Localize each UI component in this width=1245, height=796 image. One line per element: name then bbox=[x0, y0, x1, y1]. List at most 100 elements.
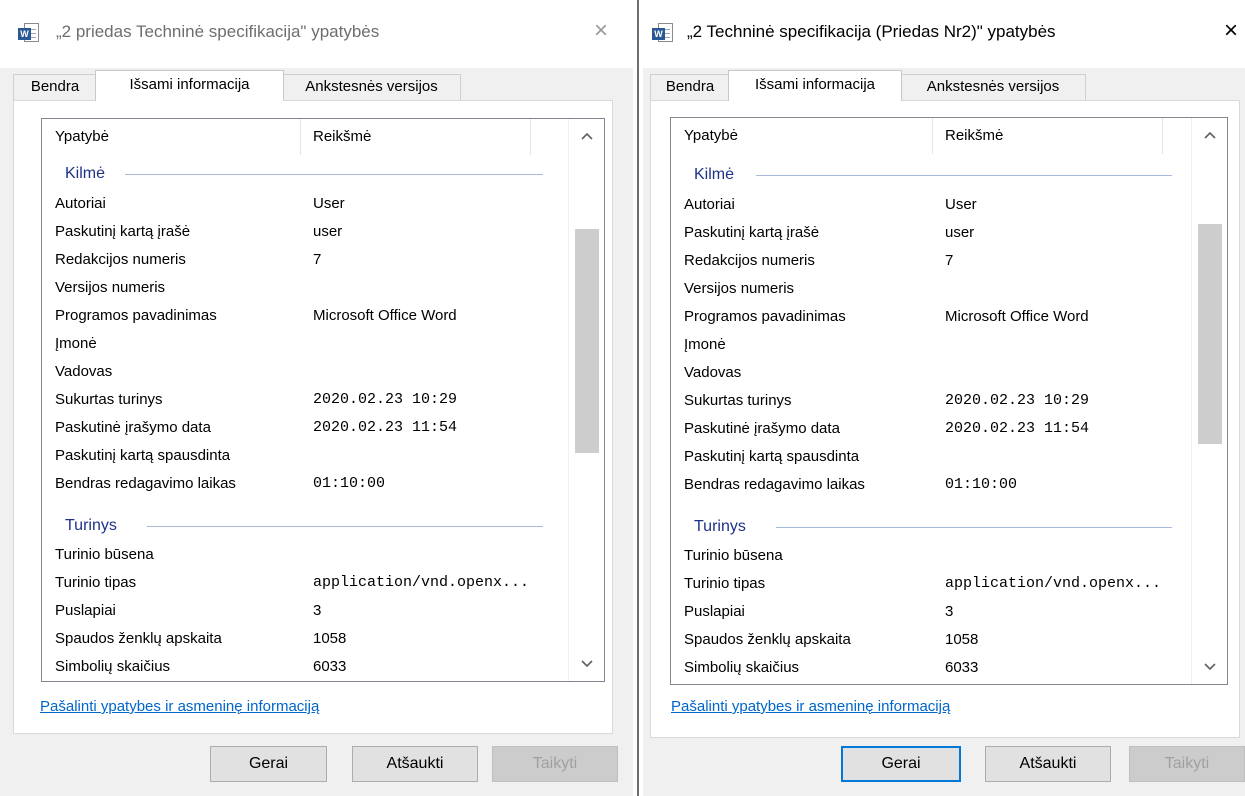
property-value[interactable]: application/vnd.openx... bbox=[945, 570, 1161, 597]
scrollbar-thumb[interactable] bbox=[1198, 224, 1222, 444]
property-row[interactable]: Įmonė bbox=[684, 331, 1184, 358]
property-row[interactable]: Puslapiai 3 bbox=[55, 597, 555, 624]
property-row[interactable]: Sukurtas turinys 2020.02.23 10:29 bbox=[684, 387, 1184, 414]
property-row[interactable]: Paskutinį kartą spausdinta bbox=[684, 443, 1184, 470]
property-row[interactable]: Simbolių skaičius 6033 bbox=[684, 654, 1184, 681]
property-value[interactable]: 2020.02.23 10:29 bbox=[945, 387, 1089, 414]
property-row[interactable]: Paskutinį kartą įrašė user bbox=[55, 218, 555, 245]
property-name: Turinio tipas bbox=[684, 575, 766, 592]
property-row[interactable]: Bendras redagavimo laikas 01:10:00 bbox=[684, 471, 1184, 498]
property-value[interactable]: 01:10:00 bbox=[313, 470, 385, 497]
word-document-icon: W bbox=[652, 22, 674, 44]
ok-button[interactable]: Gerai bbox=[841, 746, 961, 782]
window-title: „2 Techninė specifikacija (Priedas Nr2)"… bbox=[687, 22, 1056, 41]
close-icon[interactable]: × bbox=[1224, 18, 1238, 44]
property-value[interactable]: User bbox=[945, 191, 977, 218]
property-value[interactable]: 2020.02.23 11:54 bbox=[945, 415, 1089, 442]
property-name: Įmonė bbox=[55, 335, 97, 352]
property-list[interactable]: Ypatybė Reikšmė Kilmė Autoriai User Paskut… bbox=[41, 118, 605, 682]
property-value[interactable]: Microsoft Office Word bbox=[313, 302, 457, 329]
cancel-button[interactable]: Atšaukti bbox=[985, 746, 1111, 782]
property-value[interactable]: 3 bbox=[945, 598, 953, 625]
property-row[interactable]: Spaudos ženklų apskaita 1058 bbox=[684, 626, 1184, 653]
property-value[interactable]: 1058 bbox=[313, 625, 346, 652]
property-row[interactable]: Paskutinį kartą įrašė user bbox=[684, 219, 1184, 246]
window-title: „2 priedas Techninė specifikacija" ypaty… bbox=[56, 22, 380, 41]
remove-properties-link[interactable]: Pašalinti ypatybes ir asmeninę informaci… bbox=[40, 698, 319, 715]
column-property[interactable]: Ypatybė bbox=[42, 119, 300, 155]
tab-previous-versions[interactable]: Ankstesnės versijos bbox=[900, 74, 1086, 101]
property-name: Sukurtas turinys bbox=[55, 391, 163, 408]
property-row[interactable]: Spaudos ženklų apskaita 1058 bbox=[55, 625, 555, 652]
ok-button[interactable]: Gerai bbox=[210, 746, 327, 782]
property-row[interactable]: Vadovas bbox=[55, 358, 555, 385]
property-row[interactable]: Vadovas bbox=[684, 359, 1184, 386]
cancel-button[interactable]: Atšaukti bbox=[352, 746, 478, 782]
property-value[interactable]: user bbox=[945, 219, 974, 246]
column-value[interactable]: Reikšmė bbox=[932, 118, 1162, 154]
property-row[interactable]: Bendras redagavimo laikas 01:10:00 bbox=[55, 470, 555, 497]
property-name: Simbolių skaičius bbox=[684, 659, 800, 676]
property-row[interactable]: Turinio tipas application/vnd.openx... bbox=[55, 569, 555, 596]
tab-strip: Bendra Išsami informacija Ankstesnės ver… bbox=[13, 70, 613, 101]
apply-button[interactable]: Taikyti bbox=[492, 746, 618, 782]
property-name: Puslapiai bbox=[684, 603, 745, 620]
property-row[interactable]: Redakcijos numeris 7 bbox=[55, 246, 555, 273]
title-bar: W „2 Techninė specifikacija (Priedas Nr2… bbox=[643, 0, 1245, 68]
column-property[interactable]: Ypatybė bbox=[671, 118, 932, 154]
chevron-down-icon[interactable] bbox=[1192, 654, 1227, 680]
column-value[interactable]: Reikšmė bbox=[300, 119, 530, 155]
property-row[interactable]: Versijos numeris bbox=[684, 275, 1184, 302]
tab-details[interactable]: Išsami informacija bbox=[95, 70, 284, 101]
property-value[interactable]: application/vnd.openx... bbox=[313, 569, 529, 596]
property-row[interactable]: Versijos numeris bbox=[55, 274, 555, 301]
tab-details[interactable]: Išsami informacija bbox=[728, 70, 902, 101]
apply-button[interactable]: Taikyti bbox=[1129, 746, 1245, 782]
property-name: Simbolių skaičius bbox=[55, 658, 171, 675]
property-value[interactable]: user bbox=[313, 218, 342, 245]
property-row[interactable]: Turinio būsena bbox=[684, 542, 1184, 569]
close-icon[interactable]: × bbox=[594, 18, 608, 44]
property-name: Turinio tipas bbox=[55, 574, 137, 591]
chevron-up-icon[interactable] bbox=[569, 123, 604, 149]
chevron-down-icon[interactable] bbox=[569, 651, 604, 677]
property-value[interactable]: 6033 bbox=[313, 653, 346, 680]
property-list[interactable]: Ypatybė Reikšmė Kilmė Autoriai User Paskut… bbox=[670, 117, 1228, 685]
property-row[interactable]: Simbolių skaičius 6033 bbox=[55, 653, 555, 680]
group-label: Kilmė bbox=[65, 165, 106, 182]
tab-general[interactable]: Bendra bbox=[650, 74, 730, 101]
property-value[interactable]: 3 bbox=[313, 597, 321, 624]
property-value[interactable]: 2020.02.23 11:54 bbox=[313, 414, 457, 441]
property-name: Versijos numeris bbox=[55, 279, 166, 296]
property-value[interactable]: Microsoft Office Word bbox=[945, 303, 1089, 330]
property-value[interactable]: 7 bbox=[945, 247, 953, 274]
property-value[interactable]: 7 bbox=[313, 246, 321, 273]
property-name: Programos pavadinimas bbox=[55, 307, 217, 324]
property-row[interactable]: Redakcijos numeris 7 bbox=[684, 247, 1184, 274]
property-row[interactable]: Įmonė bbox=[55, 330, 555, 357]
vertical-scrollbar[interactable] bbox=[1191, 118, 1227, 684]
property-row[interactable]: Autoriai User bbox=[55, 190, 555, 217]
property-value[interactable]: User bbox=[313, 190, 345, 217]
property-row[interactable]: Sukurtas turinys 2020.02.23 10:29 bbox=[55, 386, 555, 413]
chevron-up-icon[interactable] bbox=[1192, 122, 1227, 148]
property-row[interactable]: Programos pavadinimas Microsoft Office Wo… bbox=[684, 303, 1184, 330]
property-value[interactable]: 01:10:00 bbox=[945, 471, 1017, 498]
tab-previous-versions[interactable]: Ankstesnės versijos bbox=[282, 74, 461, 101]
property-value[interactable]: 1058 bbox=[945, 626, 978, 653]
property-value[interactable]: 2020.02.23 10:29 bbox=[313, 386, 457, 413]
scrollbar-thumb[interactable] bbox=[575, 229, 599, 453]
property-row[interactable]: Autoriai User bbox=[684, 191, 1184, 218]
property-row[interactable]: Turinio tipas application/vnd.openx... bbox=[684, 570, 1184, 597]
tab-general[interactable]: Bendra bbox=[13, 74, 97, 101]
property-row[interactable]: Puslapiai 3 bbox=[684, 598, 1184, 625]
vertical-scrollbar[interactable] bbox=[568, 119, 604, 681]
group-label: Turinys bbox=[65, 517, 117, 534]
property-value[interactable]: 6033 bbox=[945, 654, 978, 681]
property-row[interactable]: Programos pavadinimas Microsoft Office Wo… bbox=[55, 302, 555, 329]
remove-properties-link[interactable]: Pašalinti ypatybes ir asmeninę informaci… bbox=[671, 698, 950, 715]
property-row[interactable]: Turinio būsena bbox=[55, 541, 555, 568]
property-row[interactable]: Paskutinį kartą spausdinta bbox=[55, 442, 555, 469]
property-row[interactable]: Paskutinė įrašymo data 2020.02.23 11:54 bbox=[55, 414, 555, 441]
property-row[interactable]: Paskutinė įrašymo data 2020.02.23 11:54 bbox=[684, 415, 1184, 442]
